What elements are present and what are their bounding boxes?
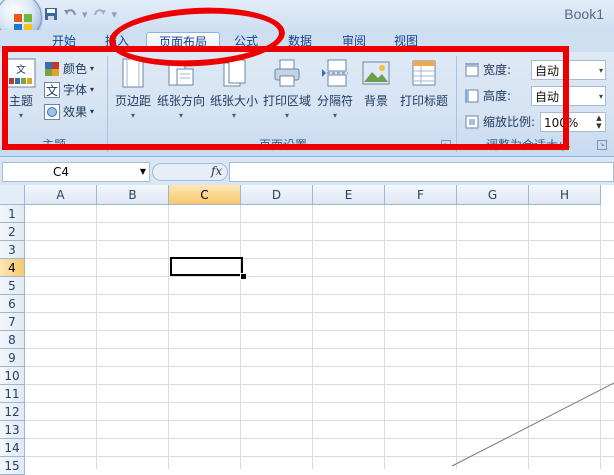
redo-icon[interactable] [93,7,107,21]
insert-function-icon[interactable]: fx [211,164,222,178]
row-header-15[interactable]: 15 [0,457,25,475]
undo-dropdown-icon[interactable]: ▾ [82,8,88,21]
column-header-g[interactable]: G [457,185,529,205]
title-bar: ▾ ▾ Book1 [0,0,614,40]
select-all-corner[interactable] [0,185,25,205]
cell-area[interactable] [25,205,614,469]
column-header-c[interactable]: C [169,185,241,205]
undo-icon[interactable] [63,7,77,21]
row-header-14[interactable]: 14 [0,439,25,457]
row-header-4[interactable]: 4 [0,259,25,277]
highlight-ribbon-annotation [2,46,569,150]
row-header-6[interactable]: 6 [0,295,25,313]
row-header-13[interactable]: 13 [0,421,25,439]
workbook-title: Book1 [564,6,604,22]
row-header-11[interactable]: 11 [0,385,25,403]
active-cell[interactable] [170,257,243,276]
row-header-5[interactable]: 5 [0,277,25,295]
width-dropdown-icon: ▾ [598,66,603,75]
worksheet-grid: ABCDEFGH 1 2 3 4 5 6 7 8 9 10 11 12 13 14 15 [0,185,614,475]
formula-input[interactable] [229,162,614,182]
row-header-10[interactable]: 10 [0,367,25,385]
save-icon[interactable] [44,7,58,21]
column-header-d[interactable]: D [241,185,313,205]
row-header-12[interactable]: 12 [0,403,25,421]
row-header-8[interactable]: 8 [0,331,25,349]
column-header-h[interactable]: H [529,185,601,205]
name-box[interactable]: C4 ▼ [2,162,150,182]
scale-spin-icon[interactable]: ▲ ▼ [594,114,604,130]
row-header-9[interactable]: 9 [0,349,25,367]
redo-dropdown-icon[interactable]: ▾ [112,8,118,21]
column-header-a[interactable]: A [25,185,97,205]
height-dropdown-icon: ▾ [598,92,603,101]
row-header-2[interactable]: 2 [0,223,25,241]
row-header-7[interactable]: 7 [0,313,25,331]
column-header-b[interactable]: B [97,185,169,205]
name-box-dropdown-icon[interactable]: ▼ [140,163,146,181]
fill-handle[interactable] [240,273,247,280]
column-header-f[interactable]: F [385,185,457,205]
column-header-e[interactable]: E [313,185,385,205]
scale-dialog-launcher-icon[interactable]: ↘ [597,140,607,150]
row-header-1[interactable]: 1 [0,205,25,223]
name-box-value: C4 [53,165,70,179]
quick-access-toolbar: ▾ ▾ [44,6,117,22]
row-header-3[interactable]: 3 [0,241,25,259]
